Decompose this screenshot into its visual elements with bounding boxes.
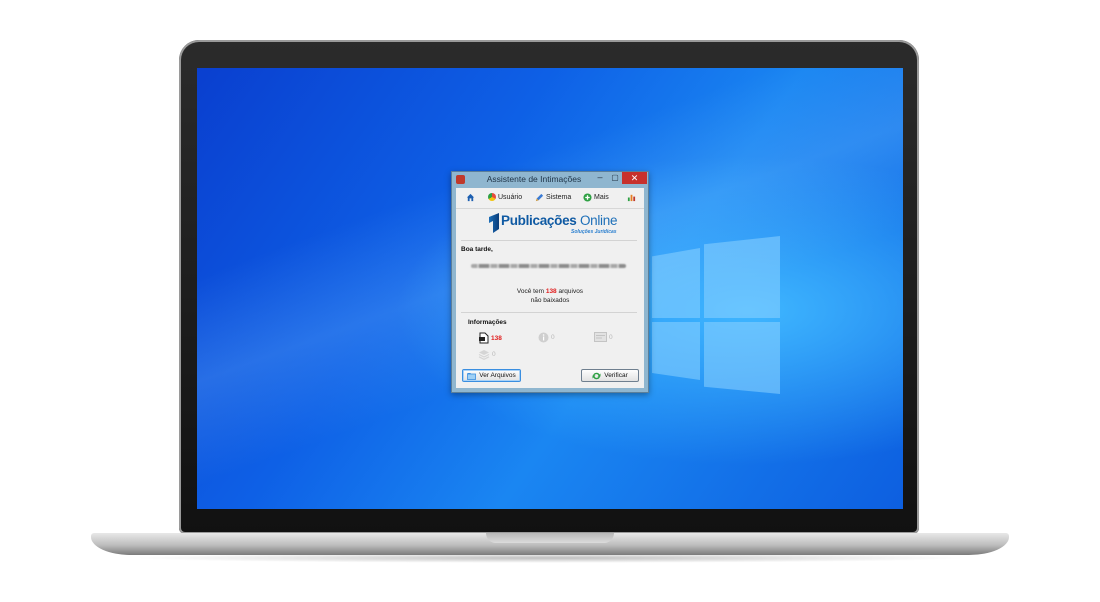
home-icon	[466, 193, 475, 202]
folder-download-icon	[467, 372, 477, 380]
info-value: 0	[551, 334, 555, 341]
view-files-label: Ver Arquivos	[479, 372, 516, 379]
blurred-user-name	[471, 264, 626, 268]
info-item-info[interactable]: 0	[538, 332, 555, 343]
info-value: 0	[492, 351, 496, 358]
windows-logo-wallpaper	[652, 226, 782, 396]
info-value: 138	[491, 334, 502, 342]
info-icon	[538, 332, 549, 343]
window-content: Usuário Sistema Mais Publicações Online …	[456, 188, 644, 388]
logo-mark-icon	[489, 213, 499, 233]
maximize-button[interactable]: ▢	[608, 172, 622, 184]
laptop-notch	[486, 533, 614, 543]
verify-button[interactable]: Verificar	[581, 369, 639, 382]
logo-tagline: Soluções Jurídicas	[571, 229, 617, 235]
assistant-window: Assistente de Intimações ‒ ▢ ✕ Usuário S…	[451, 171, 649, 393]
divider	[461, 312, 637, 313]
view-files-button[interactable]: Ver Arquivos	[462, 369, 521, 382]
home-button[interactable]	[466, 193, 475, 202]
toolbar: Usuário Sistema Mais	[456, 188, 644, 209]
stack-icon	[478, 350, 490, 360]
plus-icon	[583, 193, 592, 202]
document-icon	[479, 332, 489, 344]
stats-button[interactable]	[627, 193, 636, 202]
chart-icon	[627, 194, 636, 202]
info-item-card[interactable]: 0	[594, 332, 613, 342]
toolbar-item-usuario[interactable]: Usuário	[488, 193, 522, 201]
user-icon	[488, 193, 496, 201]
info-item-stack[interactable]: 0	[478, 349, 496, 360]
close-button[interactable]: ✕	[622, 172, 647, 184]
minimize-button[interactable]: ‒	[592, 172, 608, 184]
publicacoes-online-logo: Publicações Online Soluções Jurídicas	[489, 212, 619, 236]
toolbar-item-label: Mais	[594, 194, 609, 201]
pending-files-message: Você tem 138 arquivos não baixados	[516, 288, 584, 304]
verify-label: Verificar	[604, 372, 628, 379]
info-item-documents[interactable]: 138	[478, 332, 502, 344]
toolbar-item-mais[interactable]: Mais	[583, 193, 609, 202]
pencil-icon	[535, 193, 544, 202]
toolbar-item-label: Usuário	[498, 193, 523, 201]
refresh-icon	[592, 372, 601, 379]
divider	[461, 240, 637, 241]
toolbar-item-label: Sistema	[546, 194, 572, 201]
title-bar[interactable]: Assistente de Intimações ‒ ▢ ✕	[452, 172, 648, 188]
pending-count: 138	[545, 288, 557, 295]
greeting-text: Boa tarde,	[461, 246, 493, 253]
info-value: 0	[609, 333, 613, 341]
card-icon	[594, 332, 607, 342]
logo-text: Publicações Online	[501, 213, 618, 228]
toolbar-item-sistema[interactable]: Sistema	[535, 193, 571, 202]
info-title: Informações	[468, 319, 507, 326]
